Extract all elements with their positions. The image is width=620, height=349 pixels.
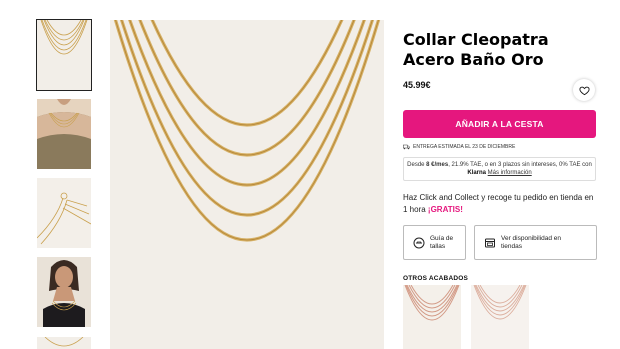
- click-and-collect-text: Haz Click and Collect y recoge tu pedido…: [403, 192, 596, 216]
- rose-gold-necklace-image-alt: [471, 285, 529, 349]
- wishlist-button[interactable]: [573, 79, 595, 101]
- store-availability-label-line-2: tiendas: [501, 242, 522, 250]
- free-highlight: ¡GRATIS!: [427, 205, 463, 214]
- size-guide-label: Guía de tallas: [430, 235, 453, 251]
- product-title-line-1: Collar Cleopatra: [403, 30, 549, 49]
- product-title-line-2: Acero Baño Oro: [403, 50, 544, 69]
- store-availability-label: Ver disponibilidad en tiendas: [501, 235, 561, 251]
- klarna-prefix: Desde: [407, 162, 427, 168]
- klarna-financing-box: Desde 8 €/mes, 21.9% TAE, o en 3 plazos …: [403, 157, 596, 181]
- rose-gold-necklace-image: [403, 285, 461, 349]
- necklace-thumbnail-image-partial: [37, 337, 91, 349]
- thumbnail-3[interactable]: [37, 178, 91, 248]
- model-wearing-necklace-image: [37, 99, 91, 169]
- thumbnail-5[interactable]: [37, 337, 91, 349]
- klarna-terms: , 21.9% TAE, o en 3 plazos sin intereses…: [448, 162, 592, 168]
- thumbnail-4[interactable]: [37, 257, 91, 327]
- product-title: Collar Cleopatra Acero Baño Oro: [403, 30, 583, 70]
- size-guide-button[interactable]: Guía de tallas: [403, 225, 466, 260]
- necklace-clasp-image: [37, 178, 91, 248]
- delivery-text: ENTREGA ESTIMADA EL 23 DE DICIEMBRE: [413, 143, 516, 150]
- thumbnail-2[interactable]: [37, 99, 91, 169]
- thumbnail-1[interactable]: [36, 19, 92, 91]
- model-portrait-image: [37, 257, 91, 327]
- klarna-more-info-link[interactable]: Más información: [488, 170, 532, 176]
- size-guide-label-line-1: Guía de: [430, 234, 454, 242]
- store-icon: [485, 238, 495, 247]
- necklace-thumbnail-image: [37, 20, 91, 90]
- klarna-logo: Klarna: [467, 170, 486, 176]
- store-availability-label-line-1: Ver disponibilidad en: [501, 234, 561, 242]
- product-price: 45.99€: [403, 80, 431, 90]
- gold-layered-necklace-image: [110, 20, 384, 349]
- finish-option-rose-gold-1[interactable]: [403, 285, 461, 349]
- ruler-circle-icon: [413, 237, 425, 248]
- klarna-amount: 8 €/mes: [426, 162, 449, 168]
- estimated-delivery: ENTREGA ESTIMADA EL 23 DE DICIEMBRE: [403, 142, 515, 151]
- main-product-image[interactable]: [110, 20, 384, 349]
- other-finishes-heading: OTROS ACABADOS: [403, 275, 469, 282]
- truck-icon: [403, 144, 410, 149]
- add-to-cart-button[interactable]: AÑADIR A LA CESTA: [403, 110, 596, 138]
- size-guide-label-line-2: tallas: [430, 242, 446, 250]
- finish-option-rose-gold-2[interactable]: [471, 285, 529, 349]
- store-availability-button[interactable]: Ver disponibilidad en tiendas: [474, 225, 597, 260]
- heart-icon: [578, 86, 590, 95]
